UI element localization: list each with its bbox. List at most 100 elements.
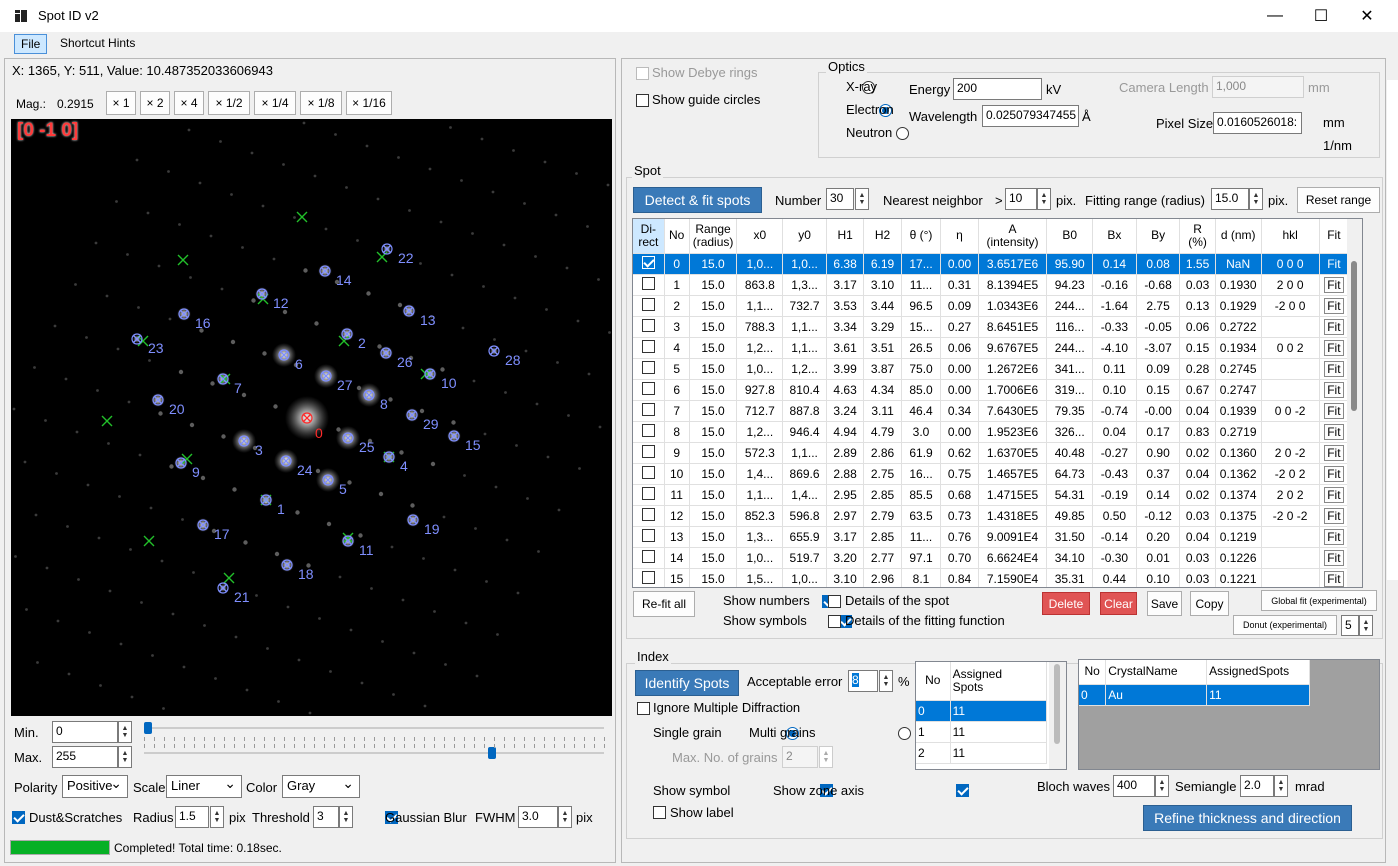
zoom-button-3[interactable]: × 1/2 <box>208 91 250 115</box>
direct-checkbox[interactable] <box>641 423 655 437</box>
copy-button[interactable]: Copy <box>1190 591 1229 616</box>
spot-column-header[interactable]: Fit <box>1319 219 1350 254</box>
crystal-column-header[interactable]: No <box>1079 660 1107 685</box>
spot-table-row[interactable]: 15 15.0 1,5... 1,0... 3.10 2.96 8.1 0.84 7.1590E… <box>633 568 1350 587</box>
max-spinner[interactable]: ▲ ▼ <box>118 746 132 768</box>
neutron-radio[interactable] <box>895 127 909 140</box>
direct-checkbox[interactable] <box>641 528 655 542</box>
direct-checkbox[interactable] <box>641 360 655 374</box>
semiangle-spinner[interactable]: ▲ ▼ <box>1274 775 1288 797</box>
semiangle-input[interactable]: 2.0 <box>1240 775 1274 797</box>
close-button[interactable]: ✕ <box>1344 0 1390 32</box>
accept-error-input[interactable]: 8 <box>848 670 878 692</box>
identify-spots-button[interactable]: Identify Spots <box>635 670 739 696</box>
polarity-select[interactable]: Positive <box>62 775 128 798</box>
dust-checkbox[interactable] <box>12 811 25 824</box>
delete-button[interactable]: Delete <box>1042 592 1090 615</box>
show-zone-checkbox[interactable] <box>955 784 969 797</box>
assigned-row[interactable]: 0 11 <box>916 700 1048 722</box>
fwhm-spinner[interactable]: ▲ ▼ <box>558 806 572 828</box>
detect-fit-button[interactable]: Detect & fit spots <box>633 187 762 213</box>
spot-table-row[interactable]: 6 15.0 927.8 810.4 4.63 4.34 85.0 0.00 1.7006E6 3… <box>633 379 1350 401</box>
assigned-column-header[interactable]: No <box>916 662 951 701</box>
spot-column-header[interactable]: No <box>664 219 690 254</box>
accept-error-spinner[interactable]: ▲ ▼ <box>879 670 893 692</box>
spot-column-header[interactable]: Di-rect <box>633 219 665 254</box>
fit-row-button[interactable]: Fit <box>1324 360 1344 377</box>
details-fit-checkbox[interactable] <box>828 615 841 628</box>
spot-table-scrollbar[interactable] <box>1347 219 1362 587</box>
direct-checkbox[interactable] <box>641 276 655 290</box>
save-button[interactable]: Save <box>1147 591 1182 616</box>
details-spot-checkbox[interactable] <box>828 595 841 608</box>
direct-checkbox[interactable] <box>641 402 655 416</box>
fit-row-button[interactable]: Fit <box>1324 465 1344 482</box>
assigned-scroll-thumb[interactable] <box>1054 664 1060 744</box>
radius-spinner[interactable]: ▲ ▼ <box>210 806 224 828</box>
spot-column-header[interactable]: A (intensity) <box>978 219 1048 254</box>
assigned-row[interactable]: 2 11 <box>916 742 1048 764</box>
spot-table-row[interactable]: 9 15.0 572.3 1,1... 2.89 2.86 61.9 0.62 1.6370E5… <box>633 442 1350 464</box>
fit-row-button[interactable]: Fit <box>1324 339 1344 356</box>
spot-table-row[interactable]: 7 15.0 712.7 887.8 3.24 3.11 46.4 0.34 7.6430E5 7… <box>633 400 1350 422</box>
direct-checkbox[interactable] <box>641 255 655 269</box>
show-label-checkbox[interactable] <box>653 806 666 819</box>
min-slider-thumb[interactable] <box>144 722 152 734</box>
assigned-scrollbar[interactable] <box>1049 662 1066 769</box>
direct-checkbox[interactable] <box>641 318 655 332</box>
assigned-row[interactable]: 1 11 <box>916 721 1048 743</box>
bloch-spinner[interactable]: ▲ ▼ <box>1155 775 1169 797</box>
spot-table-row[interactable]: 10 15.0 1,4... 869.6 2.88 2.75 16... 0.75 1.4657… <box>633 463 1350 485</box>
crystal-column-header[interactable]: AssignedSpots <box>1206 660 1310 685</box>
zoom-button-0[interactable]: × 1 <box>106 91 136 115</box>
spot-table-row[interactable]: 13 15.0 1,3... 655.9 3.17 2.85 11... 0.76 9.0091… <box>633 526 1350 548</box>
zoom-button-4[interactable]: × 1/4 <box>254 91 296 115</box>
camera-input[interactable]: 1,000 <box>1212 76 1304 98</box>
direct-checkbox[interactable] <box>641 465 655 479</box>
spot-table-row[interactable]: 14 15.0 1,0... 519.7 3.20 2.77 97.1 0.70 6.6624E… <box>633 547 1350 569</box>
spot-table-row[interactable]: 5 15.0 1,0... 1,2... 3.99 3.87 75.0 0.00 1.2672E… <box>633 358 1350 380</box>
refine-button[interactable]: Refine thickness and direction <box>1143 805 1352 831</box>
fit-row-button[interactable]: Fit <box>1324 486 1344 503</box>
max-slider-thumb[interactable] <box>487 747 496 759</box>
donut-spinner[interactable]: ▲ ▼ <box>1359 615 1373 636</box>
clear-button[interactable]: Clear <box>1100 592 1137 615</box>
min-spinner[interactable]: ▲ ▼ <box>118 721 132 743</box>
color-select[interactable]: Gray <box>282 775 360 798</box>
fit-row-button[interactable]: Fit <box>1324 423 1344 440</box>
zoom-button-2[interactable]: × 4 <box>174 91 204 115</box>
spot-table-scroll-thumb[interactable] <box>1351 261 1357 411</box>
pixel-input[interactable]: 0.0160526018: <box>1213 112 1302 134</box>
fit-range-spinner[interactable]: ▲ ▼ <box>1249 188 1263 210</box>
number-spinner[interactable]: ▲ ▼ <box>855 188 869 210</box>
crystal-row[interactable]: 0 Au 11 <box>1079 684 1310 706</box>
threshold-spinner[interactable]: ▲ ▼ <box>339 806 353 828</box>
spot-table-row[interactable]: 1 15.0 863.8 1,3... 3.17 3.10 11... 0.31 8.1394E… <box>633 274 1350 296</box>
menu-shortcut-hints[interactable]: Shortcut Hints <box>54 34 141 54</box>
spot-column-header[interactable]: d (nm) <box>1215 219 1262 254</box>
direct-checkbox[interactable] <box>641 486 655 500</box>
diffraction-image[interactable]: 0 1 2 3 4 5 6 7 8 9 10 11 12 13 14 15 16 17 18 19 20 21 22 23 24… <box>11 119 612 716</box>
spot-column-header[interactable]: R (%) <box>1179 219 1216 254</box>
fit-row-button[interactable]: Fit <box>1324 297 1344 314</box>
assigned-column-header[interactable]: Assigned Spots <box>950 662 1048 701</box>
scale-select[interactable]: Liner <box>166 775 242 798</box>
nn-spinner[interactable]: ▲ ▼ <box>1037 188 1051 210</box>
fit-row-button[interactable]: Fit <box>1324 570 1344 587</box>
spot-table-row[interactable]: 4 15.0 1,2... 1,1... 3.61 3.51 26.5 0.06 9.6767E… <box>633 337 1350 359</box>
spot-column-header[interactable]: θ (°) <box>901 219 942 254</box>
fit-row-button[interactable]: Fit <box>1324 549 1344 566</box>
number-input[interactable]: 30 <box>826 188 854 210</box>
min-slider[interactable] <box>144 722 605 741</box>
spot-table-row[interactable]: 11 15.0 1,1... 1,4... 2.95 2.85 85.5 0.68 1.4715… <box>633 484 1350 506</box>
spot-column-header[interactable]: B0 <box>1046 219 1094 254</box>
spot-column-header[interactable]: y0 <box>782 219 827 254</box>
debye-checkbox[interactable] <box>636 67 649 80</box>
fit-row-button[interactable]: Fit <box>1324 318 1344 335</box>
zoom-button-1[interactable]: × 2 <box>140 91 170 115</box>
wavelength-input[interactable]: 0.025079347455 <box>982 105 1079 127</box>
radius-input[interactable]: 1.5 <box>175 806 209 828</box>
crystal-column-header[interactable]: CrystalName <box>1105 660 1208 685</box>
direct-checkbox[interactable] <box>641 444 655 458</box>
direct-checkbox[interactable] <box>641 549 655 563</box>
